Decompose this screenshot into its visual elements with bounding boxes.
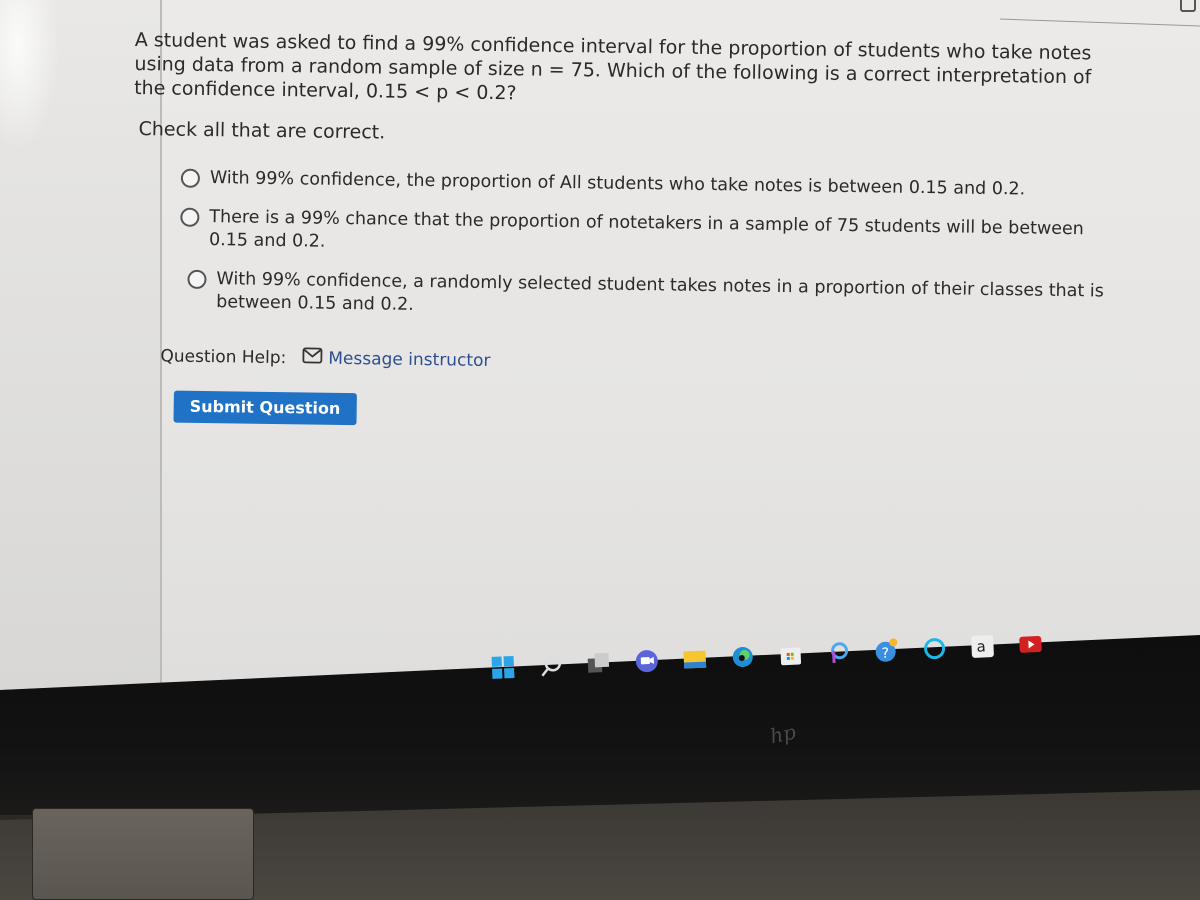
file-explorer-icon[interactable]: [681, 646, 708, 673]
divider: [1000, 18, 1200, 27]
laptop-screen: A student was asked to find a 99% confid…: [0, 0, 1200, 690]
microsoft-store-icon[interactable]: [777, 641, 804, 668]
edge-browser-icon[interactable]: [729, 643, 756, 670]
search-icon[interactable]: [537, 652, 564, 679]
answer-options: With 99% confidence, the proportion of A…: [179, 167, 1123, 327]
question-help-label: Question Help:: [160, 345, 287, 368]
message-instructor-label: Message instructor: [328, 348, 491, 371]
svg-text:a: a: [976, 637, 986, 655]
option-checkbox[interactable]: [187, 269, 207, 290]
teams-chat-icon[interactable]: [633, 648, 660, 675]
option-checkbox[interactable]: [180, 207, 200, 227]
svg-text:?: ?: [881, 646, 889, 662]
picsart-icon[interactable]: [825, 639, 852, 666]
answer-option[interactable]: With 99% confidence, the proportion of A…: [180, 167, 1123, 203]
answer-option[interactable]: There is a 99% chance that the proportio…: [180, 206, 1123, 265]
answer-option[interactable]: With 99% confidence, a randomly selected…: [187, 268, 1122, 327]
laptop-hinge: [32, 808, 254, 900]
question-panel: A student was asked to find a 99% confid…: [129, 28, 1124, 436]
youtube-icon[interactable]: [1017, 631, 1044, 658]
instruction-text: Check all that are correct.: [138, 118, 386, 144]
amazon-icon[interactable]: a: [969, 633, 996, 660]
option-label: With 99% confidence, a randomly selected…: [216, 269, 1104, 315]
corner-checkbox-icon[interactable]: [1180, 0, 1196, 12]
question-text: A student was asked to find a 99% confid…: [134, 28, 1092, 105]
question-help: Question Help: Message instructor: [160, 345, 1120, 379]
windows-start-icon[interactable]: [489, 654, 516, 681]
help-icon[interactable]: ?: [873, 637, 900, 664]
option-checkbox[interactable]: [180, 168, 201, 188]
message-instructor-link[interactable]: Message instructor: [302, 347, 491, 371]
option-label: With 99% confidence, the proportion of A…: [209, 168, 1026, 200]
alexa-icon[interactable]: [921, 635, 948, 662]
mail-icon: [302, 347, 323, 368]
submit-question-button[interactable]: Submit Question: [173, 390, 357, 426]
screen-glare: [0, 0, 60, 150]
task-view-icon[interactable]: [585, 650, 612, 677]
option-label: There is a 99% chance that the proportio…: [208, 207, 1084, 252]
